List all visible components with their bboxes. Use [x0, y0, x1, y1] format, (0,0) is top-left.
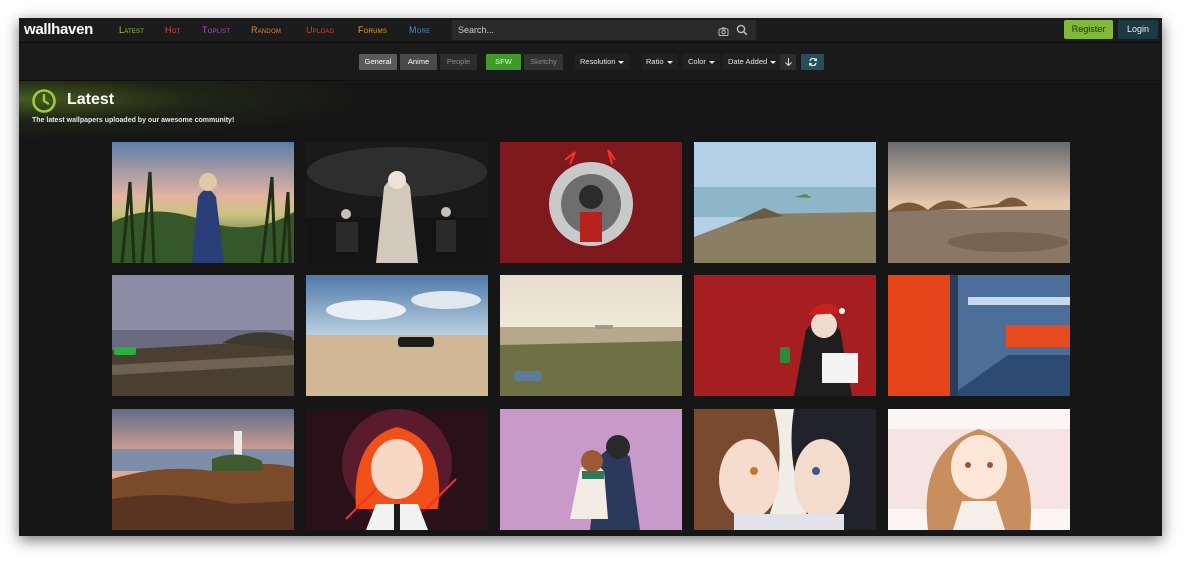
login-button[interactable]: Login: [1118, 20, 1158, 39]
purity-sfw-toggle[interactable]: SFW: [486, 54, 521, 70]
sort-order-button[interactable]: [780, 54, 796, 70]
thumbnail-racing-sunset-coast[interactable]: [500, 275, 682, 396]
thumbnail-racing-desert-sky[interactable]: [306, 275, 488, 396]
resolution-dropdown[interactable]: Resolution: [575, 54, 630, 70]
ratio-label: Ratio: [646, 57, 664, 66]
color-label: Color: [688, 57, 706, 66]
thumbnail-racing-desert-rocks[interactable]: [888, 142, 1070, 263]
sort-label: Date Added: [728, 57, 768, 66]
clock-icon: [31, 88, 57, 119]
page-title: Latest: [67, 91, 115, 108]
purity-sketchy-toggle[interactable]: Sketchy: [524, 54, 563, 70]
category-anime-toggle[interactable]: Anime: [400, 54, 437, 70]
search-icon[interactable]: [736, 23, 748, 41]
chevron-down-icon: [618, 60, 625, 64]
chevron-down-icon: [708, 60, 715, 64]
arrow-down-icon: [784, 58, 792, 67]
search-input[interactable]: [452, 20, 708, 40]
thumbnail-lighthouse-coast[interactable]: [112, 409, 294, 530]
ratio-dropdown[interactable]: Ratio: [641, 54, 678, 70]
resolution-label: Resolution: [580, 57, 616, 66]
category-general-toggle[interactable]: General: [359, 54, 397, 70]
site-logo[interactable]: wallhaven: [24, 19, 93, 41]
nav-forums[interactable]: Forums: [358, 18, 387, 42]
camera-icon[interactable]: [718, 24, 729, 42]
chevron-down-icon: [666, 60, 673, 64]
thumbnail-anime-orchestra[interactable]: [306, 142, 488, 263]
header-glow: [19, 81, 379, 141]
thumbnail-racing-car-lake[interactable]: [112, 275, 294, 396]
thumbnail-anime-girl-field[interactable]: [112, 142, 294, 263]
register-button[interactable]: Register: [1064, 20, 1113, 39]
nav-hot[interactable]: Hot: [165, 18, 180, 42]
sort-dropdown[interactable]: Date Added: [723, 54, 782, 70]
thumbnail-anime-couple-pink[interactable]: [500, 409, 682, 530]
top-bar: wallhaven Latest Hot Toplist Random Uplo…: [19, 18, 1162, 43]
browser-window: wallhaven Latest Hot Toplist Random Uplo…: [19, 18, 1162, 536]
thumbnail-anime-red-hair[interactable]: [306, 409, 488, 530]
nav-toplist[interactable]: Toplist: [202, 18, 230, 42]
thumbnail-anime-girl-brown-hair[interactable]: [888, 409, 1070, 530]
nav-random[interactable]: Random: [251, 18, 281, 42]
thumbnail-anime-character-red[interactable]: [500, 142, 682, 263]
thumbnail-anime-santa-girl[interactable]: [694, 275, 876, 396]
category-people-toggle[interactable]: People: [440, 54, 477, 70]
filter-bar: General Anime People SFW Sketchy Resolut…: [19, 43, 1162, 81]
search-box: [452, 20, 756, 40]
nav-latest[interactable]: Latest: [119, 18, 144, 42]
thumbnail-abstract-corridor[interactable]: [888, 275, 1070, 396]
chevron-down-icon: [770, 60, 777, 64]
color-dropdown[interactable]: Color: [683, 54, 720, 70]
refresh-button[interactable]: [801, 54, 824, 70]
nav-more[interactable]: More: [409, 18, 430, 42]
refresh-icon: [808, 57, 817, 67]
page-subtitle: The latest wallpapers uploaded by our aw…: [32, 117, 235, 124]
nav-upload[interactable]: Upload: [306, 18, 334, 42]
thumbnail-racing-coast[interactable]: [694, 142, 876, 263]
thumbnail-anime-girls-closeup[interactable]: [694, 409, 876, 530]
